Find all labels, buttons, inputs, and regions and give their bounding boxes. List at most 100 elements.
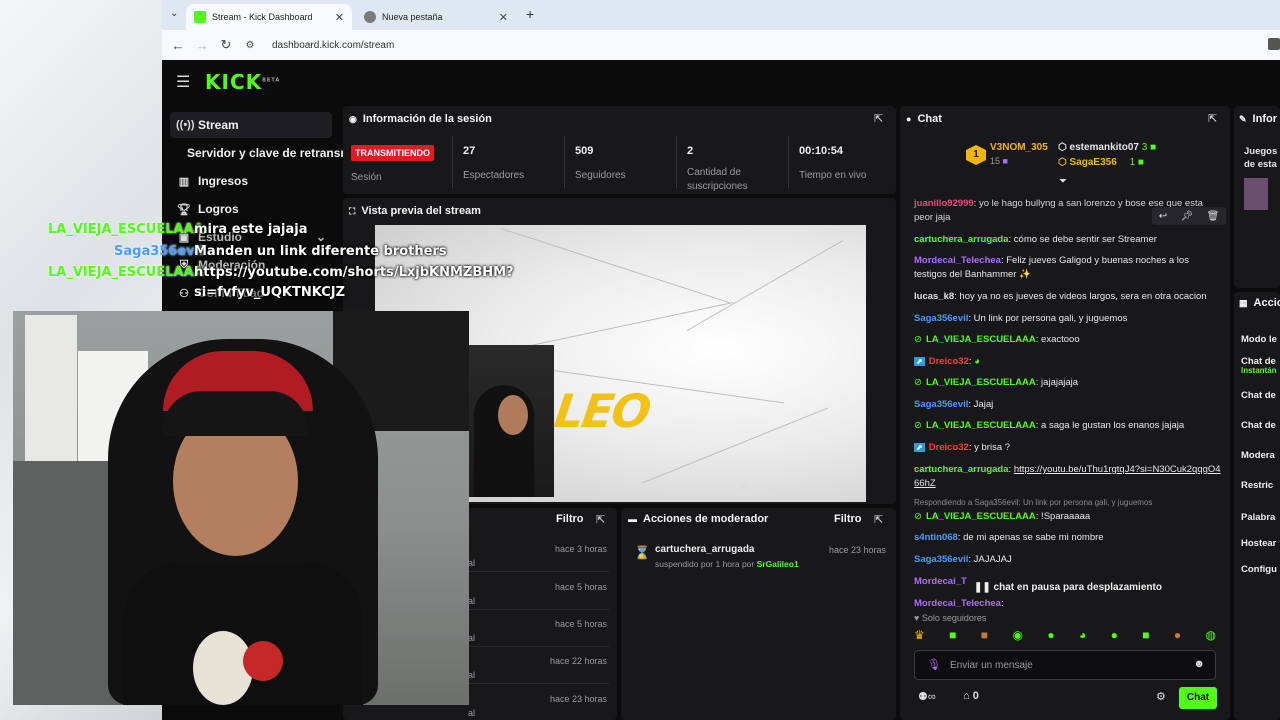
popout-icon[interactable]: ⇱ [1208, 112, 1217, 125]
chat-username[interactable]: LA_VIEJA_ESCUELAAA [926, 334, 1036, 345]
emote-icon[interactable]: ◉ [1012, 628, 1022, 642]
emote-icon[interactable]: ● [1174, 628, 1181, 642]
chat-username[interactable]: Dreico32 [929, 356, 969, 367]
sidebar-item-logros[interactable]: 🏆︎ Logros [170, 196, 332, 222]
mod-filter-button[interactable]: Filtro [834, 513, 862, 525]
chat-message[interactable]: Mordecai_Telechea: [914, 597, 1224, 611]
expand-chevron-icon[interactable]: ⏷ [1059, 176, 1067, 187]
chat-message[interactable]: ⊘ LA_VIEJA_ESCUELAAA: exactooo [914, 333, 1224, 347]
chat-username[interactable]: Saga356evil [914, 399, 968, 410]
chat-username[interactable]: cartuchera_arrugada [914, 234, 1009, 245]
close-tab-icon[interactable]: ✕ [499, 11, 508, 24]
chat-paused-notice[interactable]: ❚❚ chat en pausa para desplazamiento [968, 580, 1168, 595]
chat-message[interactable]: Mordecai_Telechea: Feliz jueves Galigod … [914, 254, 1224, 282]
kick-logo[interactable]: KICKBETA [205, 70, 280, 94]
chat-message[interactable]: ⊘ LA_VIEJA_ESCUELAAA: jajajajaja [914, 376, 1224, 390]
menu-hamburger-icon[interactable]: ☰ [176, 72, 190, 92]
chat-message[interactable]: Saga356evil: Un link por persona gali, y… [914, 312, 1224, 326]
mod-tool-item[interactable]: Configu [1241, 564, 1277, 575]
chat-mode-label: ♥ Solo seguidores [914, 613, 987, 623]
emoji-icon[interactable]: ☻ [1193, 658, 1205, 670]
chat-message[interactable]: ⊘ LA_VIEJA_ESCUELAAA: a saga le gustan lo… [914, 419, 1224, 433]
chat-username[interactable]: Mordecai_Telechea [914, 598, 1001, 609]
popout-icon[interactable]: ⇱ [874, 112, 883, 125]
chat-message[interactable]: s4ntin068: de mi apenas se sabe mi nombr… [914, 531, 1224, 545]
divider [676, 136, 677, 188]
sidebar-item-stream[interactable]: ((•)) Stream [170, 112, 332, 138]
emote-icon[interactable]: ◕ [1079, 628, 1086, 642]
theater-icon[interactable]: ▭ [768, 480, 778, 493]
chat-message[interactable]: ⬈ Dreico32: y brisa ? [914, 441, 1224, 455]
reply-icon[interactable]: ↩ [1159, 211, 1167, 222]
browser-tab-new[interactable]: Nueva pestaña ✕ [356, 4, 516, 30]
users-infinity-icon[interactable]: ⚉∞ [918, 690, 936, 703]
chat-username[interactable]: juanillo92999 [914, 198, 974, 209]
chat-message[interactable]: Saga356evil: Jajaj [914, 398, 1224, 412]
emote-icon[interactable]: ■ [1142, 628, 1149, 642]
sidebar-item-server-key[interactable]: Servidor y clave de retransm [170, 140, 350, 166]
reload-icon[interactable]: ↻ [214, 37, 238, 53]
chat-username[interactable]: LA_VIEJA_ESCUELAAA [926, 377, 1036, 388]
close-tab-icon[interactable]: ✕ [335, 11, 344, 24]
emote-icon[interactable]: ♛ [914, 628, 925, 642]
forward-arrow-icon[interactable]: → [190, 38, 214, 53]
gifter-3[interactable]: ⬡ SagaE356 1 ■ [1058, 157, 1144, 168]
send-chat-button[interactable]: Chat [1179, 687, 1217, 709]
chat-message[interactable]: cartuchera_arrugada: cómo se debe sentir… [914, 233, 1224, 247]
emote-icon[interactable]: ● [1111, 628, 1118, 642]
tab-title: Nueva pestaña [382, 12, 443, 22]
chat-message[interactable]: lucas_k8: hoy ya no es jueves de videos … [914, 290, 1224, 304]
popout-icon[interactable]: ⇱ [596, 513, 605, 526]
chat-username[interactable]: cartuchera_arrugada [914, 464, 1009, 475]
mod-tool-item[interactable]: Chat de [1241, 420, 1276, 431]
chat-username[interactable]: s4ntin068 [914, 532, 958, 543]
new-tab-plus-icon[interactable]: + [526, 6, 534, 22]
chat-message[interactable]: Respondiendo a Saga356evil: Un link por … [914, 498, 1224, 524]
overlay-chat-message: si=fvfyv_UQKTNKCJZ [194, 285, 346, 300]
delete-icon[interactable]: 🗑︎ [1207, 211, 1220, 222]
chat-username[interactable]: LA_VIEJA_ESCUELAAA [926, 420, 1036, 431]
emote-icon[interactable]: ◍ [1206, 628, 1216, 642]
emote-icon[interactable]: ■ [981, 628, 988, 642]
mod-tool-item[interactable]: Chat de [1241, 390, 1276, 401]
microphone-icon[interactable]: 🎙︎ [927, 658, 941, 671]
chat-username[interactable]: lucas_k8 [914, 291, 954, 302]
back-arrow-icon[interactable]: ← [166, 38, 190, 53]
chat-input[interactable]: 🎙︎ Enviar un mensaje ☻ [914, 650, 1216, 680]
site-info-icon[interactable]: ⚙ [238, 40, 262, 51]
extension-icon[interactable] [1268, 38, 1280, 50]
emote-icon[interactable]: ■ [949, 628, 956, 642]
settings-gear-icon[interactable]: ⚙ [830, 479, 841, 493]
chat-username[interactable]: Mordecai_Telechea [914, 255, 1001, 266]
fullscreen-icon[interactable]: ⛶ [800, 479, 808, 494]
chat-username[interactable]: Saga356evil [914, 554, 968, 565]
mod-tool-item[interactable]: Restric [1241, 480, 1273, 491]
pip-icon[interactable]: ▣ [738, 480, 748, 493]
chat-message[interactable]: ⬈ Dreico32: ◕ [914, 355, 1224, 369]
chat-username[interactable]: LA_VIEJA_ESCUELAAA [926, 511, 1036, 522]
url-input[interactable]: dashboard.kick.com/stream [272, 40, 394, 51]
viewer-count[interactable]: ⌂ 0 [963, 690, 979, 702]
browser-tab-kick[interactable]: Stream - Kick Dashboard ✕ [186, 4, 352, 30]
mod-tool-item[interactable]: Modera [1241, 450, 1275, 461]
game-cover-image[interactable] [1244, 178, 1268, 210]
tab-list-chevron-icon[interactable]: ⌄ [170, 8, 178, 19]
chat-message[interactable]: Saga356evil: JAJAJAJ [914, 553, 1224, 567]
pin-icon[interactable]: 📌︎ [1180, 211, 1193, 222]
sidebar-item-ingresos[interactable]: ▥ Ingresos [170, 168, 332, 194]
mod-tool-item[interactable]: Hostear [1241, 538, 1276, 549]
chat-username[interactable]: Dreico32 [929, 442, 969, 453]
gifter-2[interactable]: ⬡ estemankito07 3 ■ [1058, 142, 1156, 153]
overlay-chat-username: LA_VIEJA_ESCUELAAA [48, 222, 204, 237]
chat-message[interactable]: cartuchera_arrugada: https://youtu.be/uT… [914, 463, 1224, 491]
top-gifter-name[interactable]: V3NOM_305 [990, 142, 1048, 153]
mod-entry-user[interactable]: cartuchera_arrugada [655, 544, 755, 555]
chat-username[interactable]: Saga356evil [914, 313, 968, 324]
chat-username[interactable]: Mordecai_T [914, 576, 967, 587]
chat-settings-gear-icon[interactable]: ⚙ [1156, 690, 1166, 703]
mod-tool-item[interactable]: Modo le [1241, 334, 1277, 345]
activity-filter-button[interactable]: Filtro [556, 513, 584, 525]
emote-icon[interactable]: ● [1047, 628, 1054, 642]
popout-icon[interactable]: ⇱ [874, 513, 883, 526]
mod-tool-item[interactable]: Palabra [1241, 512, 1275, 523]
